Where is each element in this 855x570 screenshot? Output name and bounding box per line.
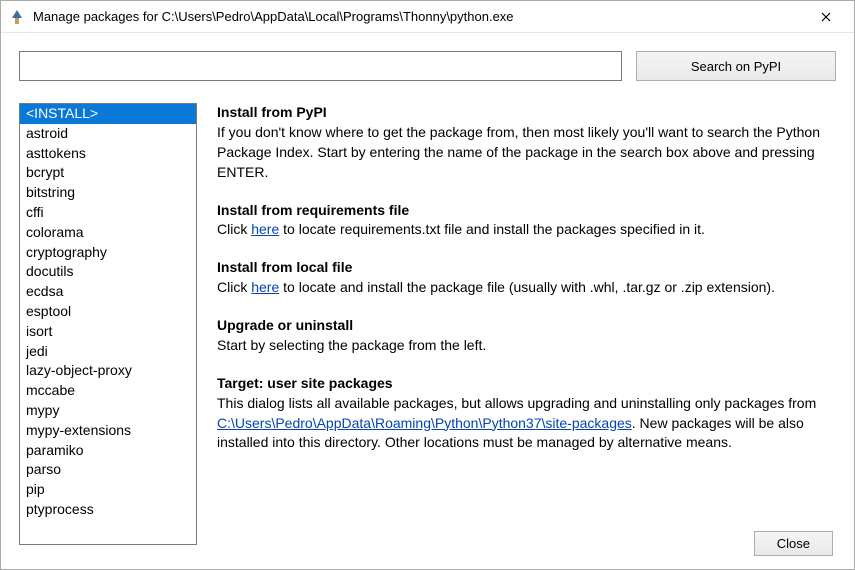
list-item[interactable]: colorama bbox=[20, 223, 196, 243]
details-panel: Install from PyPI If you don't know wher… bbox=[217, 103, 836, 471]
local-pre: Click bbox=[217, 279, 251, 295]
list-item[interactable]: astroid bbox=[20, 124, 196, 144]
main-row: <INSTALL>astroidasttokensbcryptbitstring… bbox=[19, 103, 836, 545]
text-install-requirements: Click here to locate requirements.txt fi… bbox=[217, 220, 836, 240]
list-item[interactable]: ecdsa bbox=[20, 282, 196, 302]
section-upgrade-uninstall: Upgrade or uninstall Start by selecting … bbox=[217, 316, 836, 356]
list-item[interactable]: bcrypt bbox=[20, 163, 196, 183]
text-target: This dialog lists all available packages… bbox=[217, 394, 836, 454]
heading-install-requirements: Install from requirements file bbox=[217, 201, 836, 221]
thonny-icon bbox=[9, 9, 25, 25]
link-site-packages[interactable]: C:\Users\Pedro\AppData\Roaming\Python\Py… bbox=[217, 415, 632, 431]
package-list[interactable]: <INSTALL>astroidasttokensbcryptbitstring… bbox=[19, 103, 197, 545]
list-item[interactable]: mccabe bbox=[20, 381, 196, 401]
section-install-local: Install from local file Click here to lo… bbox=[217, 258, 836, 298]
local-post: to locate and install the package file (… bbox=[279, 279, 775, 295]
list-item[interactable]: cryptography bbox=[20, 243, 196, 263]
list-item[interactable]: esptool bbox=[20, 302, 196, 322]
text-upgrade-uninstall: Start by selecting the package from the … bbox=[217, 336, 836, 356]
section-target: Target: user site packages This dialog l… bbox=[217, 374, 836, 454]
list-item[interactable]: lazy-object-proxy bbox=[20, 361, 196, 381]
heading-upgrade-uninstall: Upgrade or uninstall bbox=[217, 316, 836, 336]
list-item[interactable]: mypy-extensions bbox=[20, 421, 196, 441]
text-install-pypi: If you don't know where to get the packa… bbox=[217, 123, 836, 183]
section-install-pypi: Install from PyPI If you don't know wher… bbox=[217, 103, 836, 183]
heading-install-pypi: Install from PyPI bbox=[217, 103, 836, 123]
window-close-button[interactable] bbox=[806, 3, 846, 31]
list-item[interactable]: cffi bbox=[20, 203, 196, 223]
text-install-local: Click here to locate and install the pac… bbox=[217, 278, 836, 298]
list-item[interactable]: <INSTALL> bbox=[20, 104, 196, 124]
target-pre: This dialog lists all available packages… bbox=[217, 395, 816, 411]
list-item[interactable]: ptyprocess bbox=[20, 500, 196, 520]
window-title: Manage packages for C:\Users\Pedro\AppDa… bbox=[33, 9, 806, 24]
req-pre: Click bbox=[217, 221, 251, 237]
search-input[interactable] bbox=[19, 51, 622, 81]
list-item[interactable]: pip bbox=[20, 480, 196, 500]
list-item[interactable]: parso bbox=[20, 460, 196, 480]
close-button[interactable]: Close bbox=[754, 531, 833, 556]
heading-install-local: Install from local file bbox=[217, 258, 836, 278]
search-button[interactable]: Search on PyPI bbox=[636, 51, 836, 81]
titlebar: Manage packages for C:\Users\Pedro\AppDa… bbox=[1, 1, 854, 33]
link-locate-requirements[interactable]: here bbox=[251, 221, 279, 237]
heading-target: Target: user site packages bbox=[217, 374, 836, 394]
link-locate-local[interactable]: here bbox=[251, 279, 279, 295]
list-item[interactable]: bitstring bbox=[20, 183, 196, 203]
list-item[interactable]: paramiko bbox=[20, 441, 196, 461]
content-area: Search on PyPI <INSTALL>astroidasttokens… bbox=[1, 33, 854, 555]
req-post: to locate requirements.txt file and inst… bbox=[279, 221, 705, 237]
section-install-requirements: Install from requirements file Click her… bbox=[217, 201, 836, 241]
footer: Close bbox=[754, 531, 833, 556]
list-item[interactable]: asttokens bbox=[20, 144, 196, 164]
list-item[interactable]: isort bbox=[20, 322, 196, 342]
list-item[interactable]: jedi bbox=[20, 342, 196, 362]
list-item[interactable]: docutils bbox=[20, 262, 196, 282]
list-item[interactable]: mypy bbox=[20, 401, 196, 421]
search-row: Search on PyPI bbox=[19, 51, 836, 81]
